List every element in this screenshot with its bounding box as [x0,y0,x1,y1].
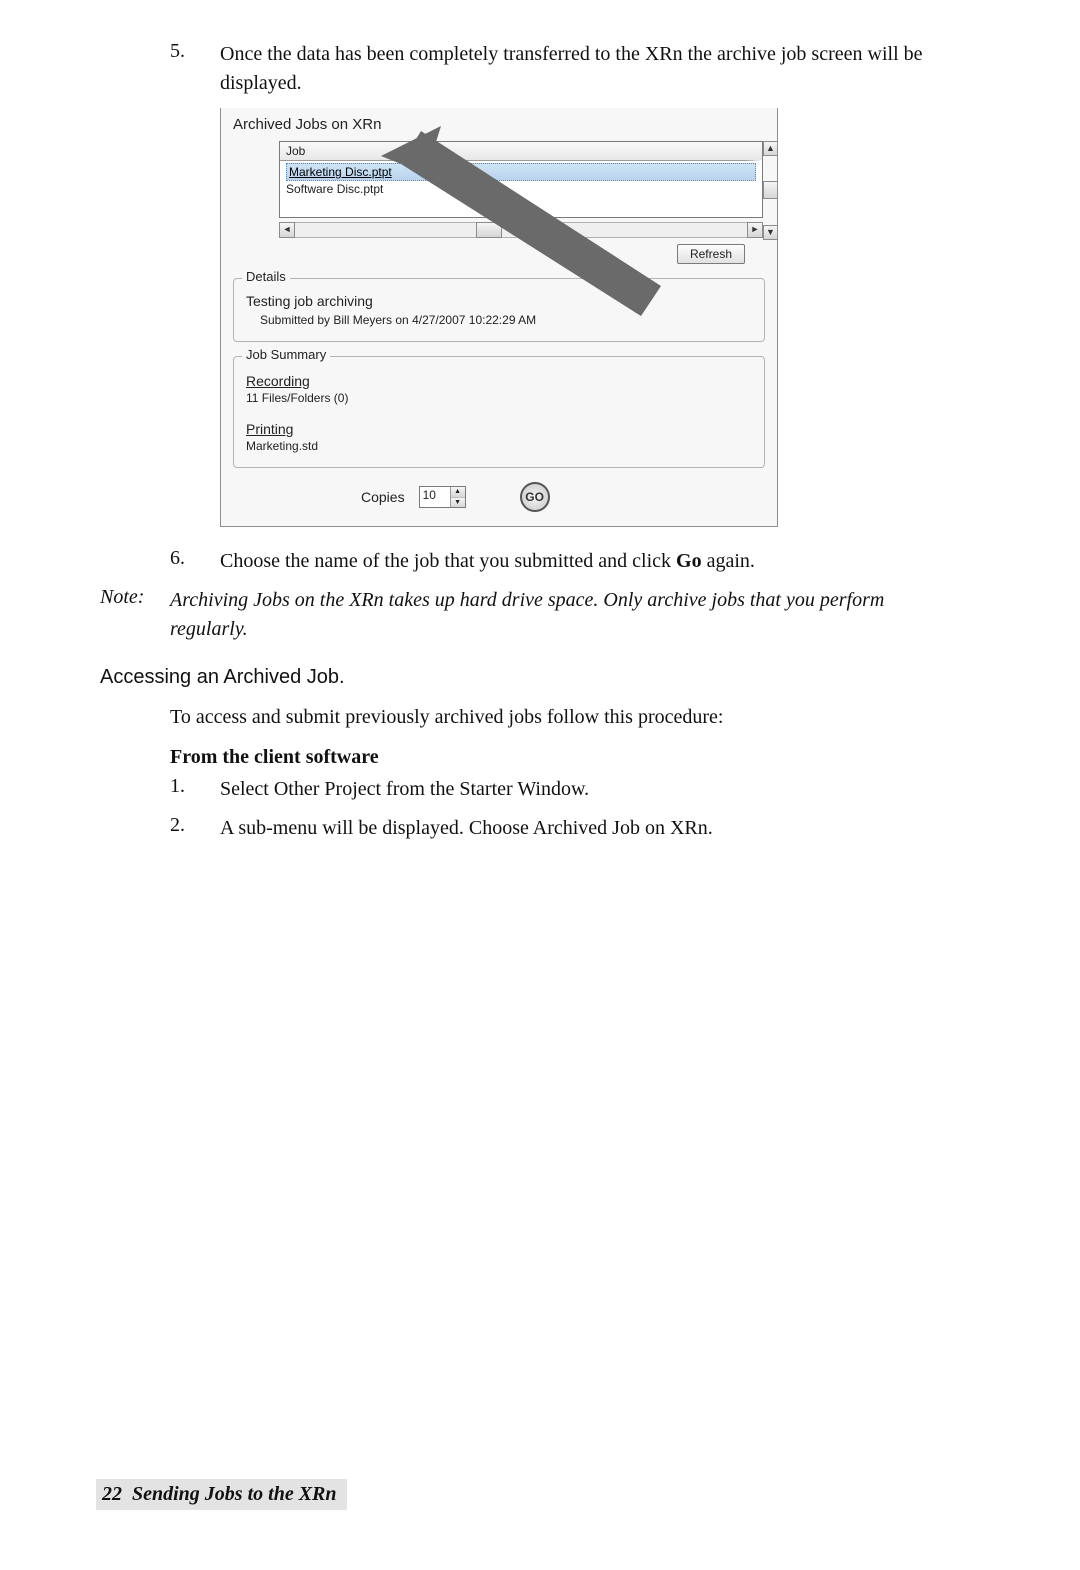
copies-stepper[interactable]: 10 ▲ ▼ [419,486,466,508]
step-6-number: 6. [100,547,220,576]
copies-input[interactable]: 10 [420,487,450,507]
job-list[interactable]: Job Marketing Disc.ptpt Software Disc.pt… [279,141,763,218]
step-6: 6. Choose the name of the job that you s… [100,547,980,576]
job-row-selected[interactable]: Marketing Disc.ptpt [286,163,756,181]
procedure-2-number: 2. [100,814,220,843]
note-label: Note: [100,586,170,644]
page-footer: 22 Sending Jobs to the XRn [96,1479,347,1510]
job-summary-legend: Job Summary [242,347,330,362]
section-heading: Accessing an Archived Job. [100,666,980,689]
footer-title: Sending Jobs to the XRn [132,1483,337,1505]
go-button[interactable]: GO [520,482,550,512]
copies-spin-down[interactable]: ▼ [451,498,465,508]
copies-label: Copies [361,489,405,505]
page-number: 22 [102,1483,122,1505]
details-group: Details Testing job archiving Submitted … [233,278,765,342]
printing-sub: Marketing.std [246,439,752,453]
note: Note: Archiving Jobs on the XRn takes up… [100,586,980,644]
procedure-1: 1. Select Other Project from the Starter… [100,775,980,804]
step-6-text: Choose the name of the job that you subm… [220,547,980,576]
scroll-up-button[interactable]: ▲ [763,141,778,156]
job-summary-group: Job Summary Recording 11 Files/Folders (… [233,356,765,468]
procedure-1-number: 1. [100,775,220,804]
details-title: Testing job archiving [246,293,752,309]
step-5-number: 5. [100,40,220,98]
hscroll-track[interactable] [295,222,747,238]
details-submitted: Submitted by Bill Meyers on 4/27/2007 10… [260,313,752,327]
hscroll-right-button[interactable]: ► [747,222,763,238]
job-column-header[interactable]: Job [286,144,740,158]
job-row[interactable]: Software Disc.ptpt [286,181,756,197]
recording-sub: 11 Files/Folders (0) [246,391,752,405]
scroll-thumb[interactable] [763,181,778,199]
details-legend: Details [242,269,290,284]
hscroll-thumb[interactable] [476,222,502,238]
hscroll-left-button[interactable]: ◄ [279,222,295,238]
note-text: Archiving Jobs on the XRn takes up hard … [170,586,980,644]
intro-paragraph: To access and submit previously archived… [170,703,980,732]
refresh-button[interactable]: Refresh [677,244,745,264]
procedure-2: 2. A sub-menu will be displayed. Choose … [100,814,980,843]
step-5-text: Once the data has been completely transf… [220,40,980,98]
procedure-2-text: A sub-menu will be displayed. Choose Arc… [220,814,980,843]
subsection-heading: From the client software [170,746,980,769]
procedure-1-text: Select Other Project from the Starter Wi… [220,775,980,804]
step-5: 5. Once the data has been completely tra… [100,40,980,98]
scroll-down-button[interactable]: ▼ [763,225,778,240]
recording-label: Recording [246,373,752,389]
dialog-title: Archived Jobs on XRn [233,116,767,133]
copies-spin-up[interactable]: ▲ [451,487,465,498]
archived-jobs-screenshot: Archived Jobs on XRn Job Marketing Disc.… [220,108,778,527]
printing-label: Printing [246,421,752,437]
